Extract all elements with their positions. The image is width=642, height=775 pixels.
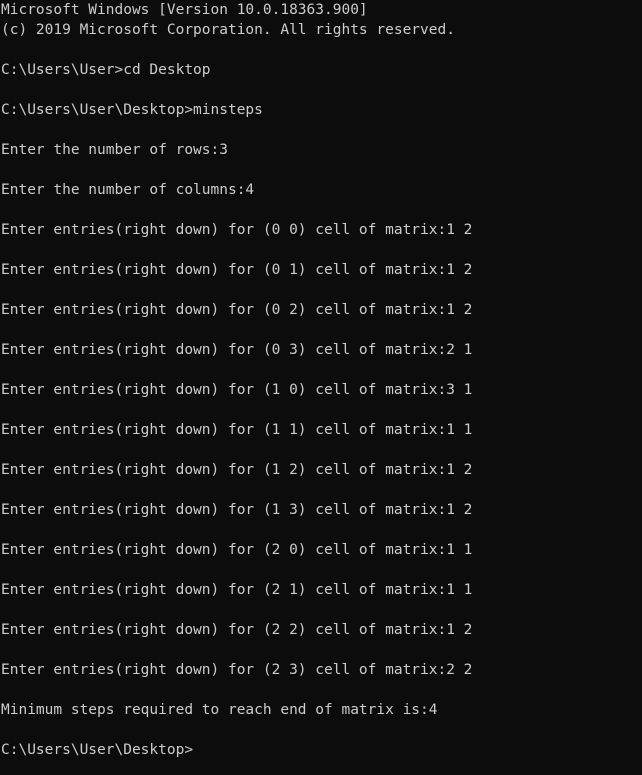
console-output[interactable]: Microsoft Windows [Version 10.0.18363.90… (0, 0, 642, 775)
console-line-entry-1-3: Enter entries(right down) for (1 3) cell… (1, 502, 473, 518)
console-line-entry-0-1: Enter entries(right down) for (0 1) cell… (1, 262, 473, 278)
console-line-entry-0-2: Enter entries(right down) for (0 2) cell… (1, 302, 473, 318)
console-line-rows-prompt: Enter the number of rows:3 (1, 142, 228, 158)
console-line-run-command: C:\Users\User\Desktop>minsteps (1, 102, 263, 118)
console-line-entry-2-0: Enter entries(right down) for (2 0) cell… (1, 542, 473, 558)
console-line-entry-1-2: Enter entries(right down) for (1 2) cell… (1, 462, 473, 478)
console-line-entry-0-3: Enter entries(right down) for (0 3) cell… (1, 342, 473, 358)
console-prompt-line[interactable]: C:\Users\User\Desktop> (1, 740, 642, 760)
console-line-entry-1-0: Enter entries(right down) for (1 0) cell… (1, 382, 473, 398)
console-line-entry-2-1: Enter entries(right down) for (2 1) cell… (1, 582, 473, 598)
console-line-entry-2-2: Enter entries(right down) for (2 2) cell… (1, 622, 473, 638)
console-line-entry-1-1: Enter entries(right down) for (1 1) cell… (1, 422, 473, 438)
console-line-entry-2-3: Enter entries(right down) for (2 3) cell… (1, 662, 473, 678)
console-line-columns-prompt: Enter the number of columns:4 (1, 182, 255, 198)
console-line-entry-0-0: Enter entries(right down) for (0 0) cell… (1, 222, 473, 238)
console-line-cd-command: C:\Users\User>cd Desktop (1, 62, 211, 78)
console-prompt: C:\Users\User\Desktop> (1, 742, 194, 758)
console-line-result: Minimum steps required to reach end of m… (1, 702, 438, 718)
console-line-header-copyright: (c) 2019 Microsoft Corporation. All righ… (1, 22, 455, 38)
console-line-header-version: Microsoft Windows [Version 10.0.18363.90… (1, 2, 368, 18)
